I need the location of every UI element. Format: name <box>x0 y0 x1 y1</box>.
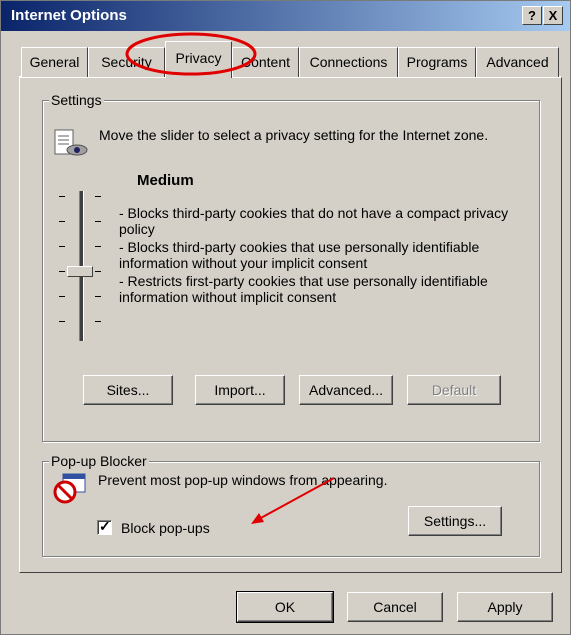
popup-blocker-icon <box>53 473 86 504</box>
privacy-slider[interactable] <box>55 191 105 351</box>
tab-connections[interactable]: Connections <box>299 47 398 77</box>
tab-advanced[interactable]: Advanced <box>476 47 559 77</box>
apply-button[interactable]: Apply <box>457 592 553 622</box>
privacy-bullet-2: - Blocks third-party cookies that use pe… <box>119 239 480 271</box>
tab-privacy[interactable]: Privacy <box>165 41 232 78</box>
advanced-privacy-button[interactable]: Advanced... <box>299 375 393 405</box>
help-button[interactable]: ? <box>522 6 542 25</box>
privacy-bullet-3: - Restricts first-party cookies that use… <box>119 273 488 305</box>
tab-programs[interactable]: Programs <box>398 47 476 77</box>
window-title: Internet Options <box>11 7 127 24</box>
popup-blocker-group-label: Pop-up Blocker <box>49 453 149 469</box>
checkmark-icon: ✓ <box>99 518 111 534</box>
block-popups-checkbox[interactable]: ✓ <box>97 518 112 535</box>
sites-button[interactable]: Sites... <box>83 375 173 405</box>
import-button[interactable]: Import... <box>195 375 285 405</box>
internet-options-window: Internet Options ? X General Security Pr… <box>0 0 571 635</box>
privacy-panel: Settings Move the slider to select a pri… <box>19 77 562 573</box>
ok-button[interactable]: OK <box>236 591 334 623</box>
slider-thumb[interactable] <box>67 266 93 277</box>
settings-group-label: Settings <box>49 92 104 108</box>
privacy-level-name: Medium <box>137 172 194 189</box>
popup-blocker-group: Pop-up Blocker Prevent most pop-up windo… <box>42 453 540 557</box>
close-button[interactable]: X <box>543 6 563 25</box>
title-bar[interactable]: Internet Options ? X <box>1 1 570 31</box>
tab-general[interactable]: General <box>21 47 88 77</box>
settings-description: Move the slider to select a privacy sett… <box>99 127 489 143</box>
settings-group: Settings Move the slider to select a pri… <box>42 92 540 442</box>
popup-blocker-description: Prevent most pop-up windows from appeari… <box>98 472 388 488</box>
tab-content[interactable]: Content <box>232 47 299 77</box>
popup-settings-button[interactable]: Settings... <box>408 506 502 536</box>
default-button[interactable]: Default <box>407 375 501 405</box>
privacy-bullet-1: - Blocks third-party cookies that do not… <box>119 205 509 237</box>
privacy-zone-icon <box>54 129 88 156</box>
cancel-button[interactable]: Cancel <box>347 592 443 622</box>
block-popups-label[interactable]: Block pop-ups <box>121 520 210 536</box>
tab-security[interactable]: Security <box>88 47 165 77</box>
